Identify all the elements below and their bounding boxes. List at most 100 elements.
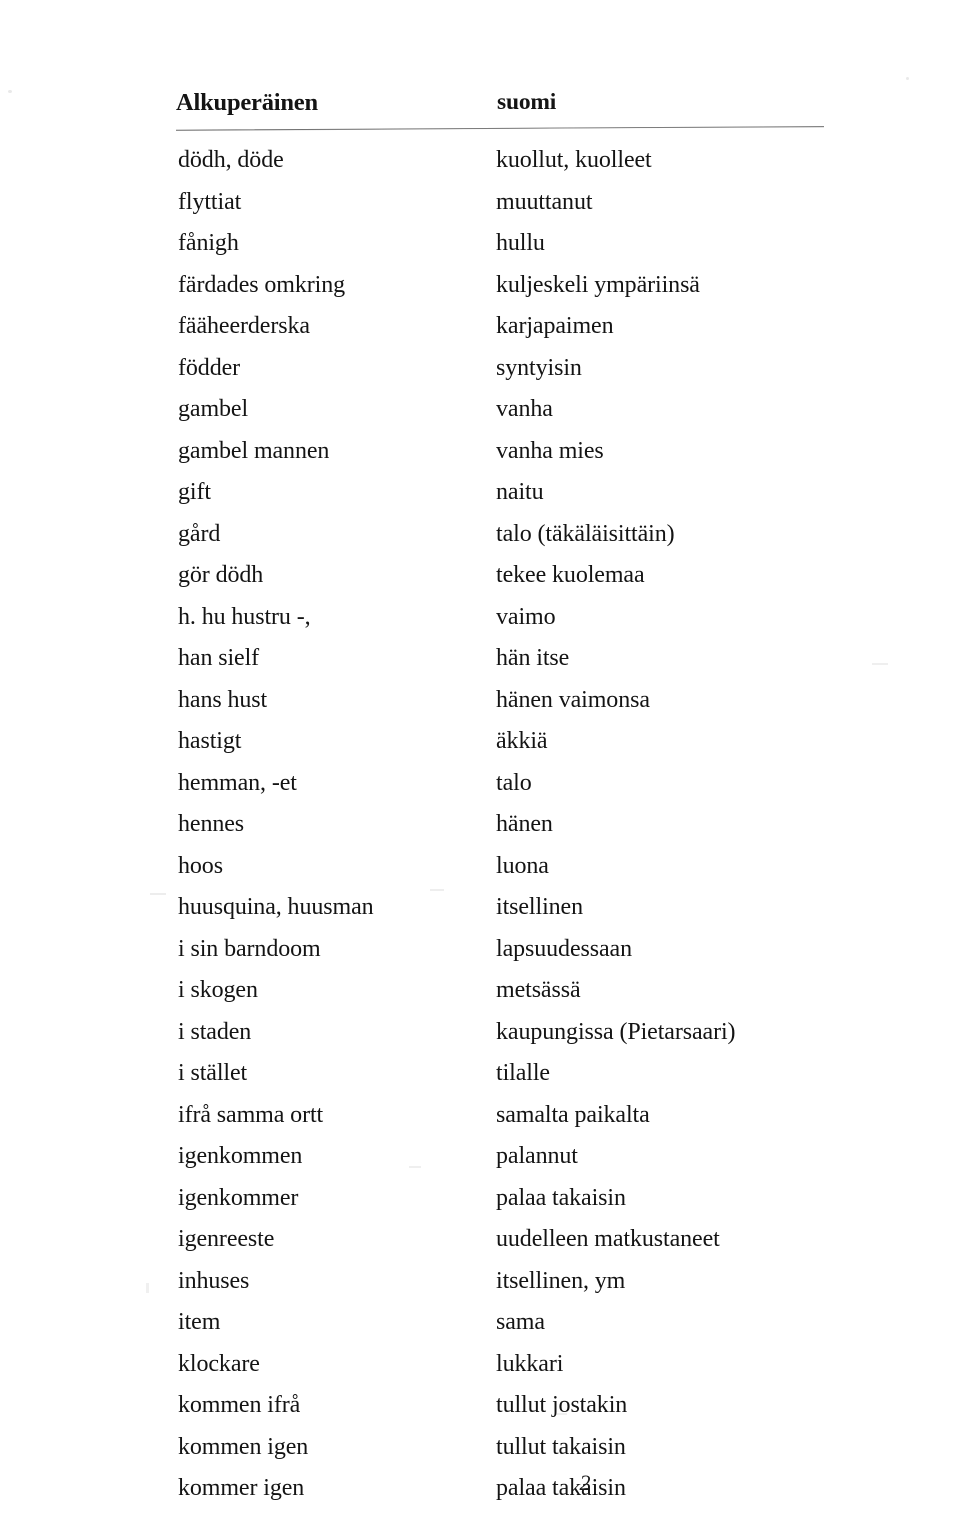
glossary-term: hastigt — [178, 728, 242, 754]
glossary-row: igenreeste uudelleen matkustaneet — [0, 1224, 960, 1266]
scanned-page: Alkuperäinen suomi dödh, döde kuollut, ku… — [0, 0, 960, 1515]
glossary-translation: talo — [496, 769, 532, 796]
glossary-row: igenkommen palannut — [0, 1141, 960, 1183]
glossary-row: ifrå samma ortt samalta paikalta — [0, 1100, 960, 1142]
glossary-translation: tullut jostakin — [496, 1392, 628, 1418]
glossary-translation: kuollut, kuolleet — [496, 147, 652, 173]
scan-artifact — [906, 77, 909, 80]
glossary-row: inhuses itsellinen, ym — [0, 1266, 960, 1308]
glossary-translation: tilalle — [496, 1060, 550, 1086]
glossary-term: h. hu hustru -, — [178, 603, 311, 630]
glossary-row: födder syntyisin — [0, 353, 960, 395]
glossary-translation: hänen vaimonsa — [496, 686, 650, 713]
glossary-term: fääheerderska — [178, 313, 310, 339]
glossary-translation: lukkari — [496, 1350, 564, 1377]
glossary-row: hennes hänen — [0, 809, 960, 851]
glossary-row: h. hu hustru -, vaimo — [0, 602, 960, 644]
glossary-translation: kaupungissa (Pietarsaari) — [496, 1018, 736, 1045]
glossary-term: klockare — [178, 1350, 260, 1377]
header-divider-rule — [176, 126, 824, 131]
glossary-term: i sin barndoom — [178, 935, 321, 962]
glossary-row: i staden kaupungissa (Pietarsaari) — [0, 1017, 960, 1059]
glossary-row: färdades omkring kuljeskeli ympäriinsä — [0, 270, 960, 312]
glossary-term: han sielf — [178, 645, 260, 671]
glossary-row: gård talo (täkäläisittäin) — [0, 519, 960, 561]
glossary-term: födder — [178, 354, 241, 381]
glossary-row: gör dödh tekee kuolemaa — [0, 560, 960, 602]
glossary-translation: hänen — [496, 811, 553, 837]
page-folio: 2 — [0, 1470, 960, 1496]
glossary-term: färdades omkring — [178, 271, 346, 298]
glossary-row: item sama — [0, 1307, 960, 1349]
glossary-term: igenreeste — [178, 1226, 275, 1252]
glossary-term: i skogen — [178, 977, 258, 1003]
glossary-term: inhuses — [178, 1267, 250, 1294]
glossary-row: dödh, döde kuollut, kuolleet — [0, 145, 960, 187]
glossary-term: huusquina, huusman — [178, 894, 374, 920]
glossary-row: i skogen metsässä — [0, 975, 960, 1017]
column-header-original: Alkuperäinen — [176, 89, 318, 116]
glossary-term: gård — [178, 520, 221, 547]
glossary-translation: muuttanut — [496, 188, 593, 215]
glossary-row: flyttiat muuttanut — [0, 187, 960, 229]
glossary-term: hemman, -et — [178, 769, 297, 796]
glossary-row: hans hust hänen vaimonsa — [0, 685, 960, 727]
glossary-row: i stället tilalle — [0, 1058, 960, 1100]
glossary-term: i stället — [178, 1060, 248, 1086]
glossary-translation: samalta paikalta — [496, 1101, 650, 1128]
glossary-row: gambel mannen vanha mies — [0, 436, 960, 478]
glossary-row: fånigh hullu — [0, 228, 960, 270]
glossary-translation: äkkiä — [496, 728, 548, 754]
glossary-term: ifrå samma ortt — [178, 1101, 324, 1128]
glossary-translation: karjapaimen — [496, 313, 614, 339]
glossary-term: igenkommer — [178, 1184, 299, 1211]
glossary-term: fånigh — [178, 230, 239, 256]
glossary-term: gift — [178, 479, 211, 505]
glossary-term: gambel mannen — [178, 437, 330, 464]
glossary-row: gambel vanha — [0, 394, 960, 436]
glossary-row: hastigt äkkiä — [0, 726, 960, 768]
glossary-translation: metsässä — [496, 977, 581, 1003]
glossary-row: kommen igen tullut takaisin — [0, 1432, 960, 1474]
glossary-table-header: Alkuperäinen suomi — [176, 89, 836, 123]
glossary-row: klockare lukkari — [0, 1349, 960, 1391]
glossary-row: fääheerderska karjapaimen — [0, 311, 960, 353]
glossary-translation: lapsuudessaan — [496, 935, 632, 962]
glossary-translation: palaa takaisin — [496, 1184, 626, 1211]
glossary-term: kommen ifrå — [178, 1392, 301, 1418]
glossary-translation: naitu — [496, 479, 544, 505]
glossary-translation: vanha mies — [496, 437, 604, 464]
glossary-row: kommen ifrå tullut jostakin — [0, 1390, 960, 1432]
glossary-term: gör dödh — [178, 562, 264, 588]
glossary-translation: luona — [496, 852, 549, 879]
glossary-term: gambel — [178, 396, 249, 422]
glossary-term: i staden — [178, 1018, 252, 1045]
glossary-term: kommen igen — [178, 1433, 309, 1460]
glossary-term: hennes — [178, 811, 245, 837]
glossary-translation: itsellinen — [496, 894, 583, 920]
glossary-translation: tekee kuolemaa — [496, 562, 645, 588]
glossary-row: huusquina, huusman itsellinen — [0, 892, 960, 934]
glossary-row: hemman, -et talo — [0, 768, 960, 810]
glossary-translation: hullu — [496, 230, 545, 256]
glossary-translation: syntyisin — [496, 354, 582, 381]
glossary-row: han sielf hän itse — [0, 643, 960, 685]
glossary-term: igenkommen — [178, 1143, 303, 1169]
glossary-term: hoos — [178, 852, 223, 879]
glossary-translation: kuljeskeli ympäriinsä — [496, 271, 700, 298]
glossary-row: i sin barndoom lapsuudessaan — [0, 934, 960, 976]
glossary-translation: palannut — [496, 1143, 578, 1169]
glossary-term: dödh, döde — [178, 147, 284, 173]
glossary-row: gift naitu — [0, 477, 960, 519]
glossary-row: hoos luona — [0, 851, 960, 893]
glossary-row: igenkommer palaa takaisin — [0, 1183, 960, 1225]
glossary-translation: vanha — [496, 396, 553, 422]
glossary-translation: uudelleen matkustaneet — [496, 1226, 720, 1252]
column-header-finnish: suomi — [497, 89, 557, 115]
glossary-translation: itsellinen, ym — [496, 1267, 626, 1294]
glossary-list: dödh, döde kuollut, kuolleet flyttiat muutt… — [0, 145, 960, 1515]
glossary-term: hans hust — [178, 686, 268, 713]
page-number: 2 — [579, 1470, 591, 1495]
glossary-term: flyttiat — [178, 188, 242, 215]
glossary-translation: vaimo — [496, 603, 556, 630]
